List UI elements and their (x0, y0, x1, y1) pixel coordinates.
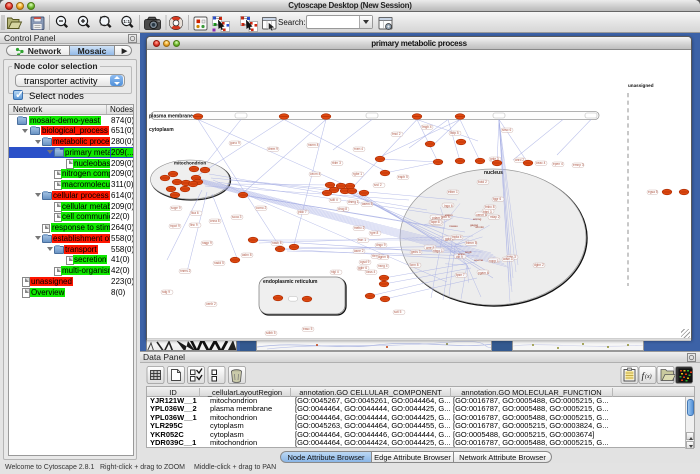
svg-text:rgre 8: rgre 8 (370, 231, 379, 235)
svg-text:drem 9: drem 9 (268, 147, 278, 151)
svg-text:ceac 4: ceac 4 (536, 161, 546, 165)
svg-text:nucleus: nucleus (484, 170, 503, 176)
svg-text:nsmn 4: nsmn 4 (308, 143, 319, 147)
svg-text:ooeme: ooeme (474, 258, 484, 262)
svg-text:lmgb 4: lmgb 4 (422, 125, 432, 129)
svg-text:mebc 2: mebc 2 (354, 226, 365, 230)
svg-text:nsng 4: nsng 4 (378, 264, 388, 268)
svg-text:nasb 8: nasb 8 (272, 241, 282, 245)
svg-text:ccmo 2: ccmo 2 (256, 206, 267, 210)
svg-text:ptdc 7: ptdc 7 (298, 210, 307, 214)
svg-text:tpsn 7: tpsn 7 (456, 273, 465, 277)
svg-text:nbgo 1: nbgo 1 (433, 249, 443, 253)
svg-text:ermsg: ermsg (473, 217, 482, 221)
svg-text:asbn 8: asbn 8 (242, 253, 252, 257)
svg-text:nnms 2: nnms 2 (180, 269, 191, 273)
svg-text:etbm 1: etbm 1 (448, 190, 458, 194)
svg-text:rblm 3: rblm 3 (332, 161, 341, 165)
svg-text:pgam 6: pgam 6 (478, 271, 489, 275)
svg-text:asem 5: asem 5 (362, 202, 373, 206)
svg-text:cecm 4: cecm 4 (310, 172, 321, 176)
svg-text:geds 3: geds 3 (411, 250, 421, 254)
svg-text:lcpe 6: lcpe 6 (431, 220, 440, 224)
svg-text:ltca 6: ltca 6 (191, 211, 199, 215)
svg-text:lcnn 8: lcnn 8 (410, 263, 419, 267)
svg-text:nmntm: nmntm (475, 225, 485, 229)
svg-text:drog 8: drog 8 (338, 207, 347, 211)
svg-text:rgbe 1: rgbe 1 (353, 172, 362, 176)
svg-text:botd 2: botd 2 (478, 180, 487, 184)
svg-text:gono 9: gono 9 (230, 141, 240, 145)
svg-text:btmm 8: btmm 8 (466, 241, 477, 245)
svg-text:bbnl 3: bbnl 3 (483, 210, 492, 214)
svg-text:nadd 5: nadd 5 (214, 261, 224, 265)
svg-text:cgsd 9: cgsd 9 (360, 260, 370, 264)
svg-text:nagp 9: nagp 9 (202, 241, 212, 245)
svg-text:rnen 4: rnen 4 (354, 147, 363, 151)
svg-text:unassigned: unassigned (628, 83, 654, 88)
svg-text:dngc 9: dngc 9 (376, 243, 386, 247)
svg-text:ralg 9: ralg 9 (162, 290, 170, 294)
svg-text:cnna 8: cnna 8 (210, 219, 220, 223)
svg-text:ltnc 9: ltnc 9 (190, 223, 198, 227)
svg-text:tmcl 2: tmcl 2 (392, 132, 401, 136)
svg-text:mitochondrion: mitochondrion (174, 161, 206, 166)
svg-text:lngo 6: lngo 6 (444, 204, 453, 208)
svg-text:mpla 4: mpla 4 (452, 235, 462, 239)
svg-text:sctl 5: sctl 5 (394, 310, 402, 314)
svg-text:nlgl 4: nlgl 4 (331, 270, 339, 274)
svg-text:mpot 9: mpot 9 (170, 224, 180, 228)
svg-text:easc 5: easc 5 (303, 327, 313, 331)
svg-text:ggbr 6: ggbr 6 (358, 266, 367, 270)
svg-text:srcl 2: srcl 2 (374, 183, 382, 187)
svg-text:adse 3: adse 3 (503, 257, 513, 261)
svg-text:anrd 2: anrd 2 (515, 158, 524, 162)
svg-text:msaso: msaso (449, 224, 458, 228)
svg-text:dgbn 2: dgbn 2 (534, 263, 544, 267)
svg-text:nopp 1: nopp 1 (489, 259, 499, 263)
svg-text:trcn 1: trcn 1 (358, 238, 366, 242)
svg-text:(x): (x) (645, 373, 652, 380)
svg-text:eapb 5: eapb 5 (398, 175, 408, 179)
svg-text:scoa 3: scoa 3 (232, 215, 242, 219)
svg-text:endoplasmic reticulum: endoplasmic reticulum (263, 279, 318, 285)
svg-text:asne 2: asne 2 (354, 249, 364, 253)
svg-text:oenb 2: oenb 2 (206, 302, 216, 306)
svg-text:egsa 5: egsa 5 (648, 190, 658, 194)
svg-text:etgrm: etgrm (445, 213, 453, 217)
svg-text:sogtt: sogtt (465, 250, 472, 254)
svg-text:lbdp 5: lbdp 5 (450, 131, 459, 135)
svg-text:dnmg 1: dnmg 1 (348, 200, 359, 204)
svg-text:1:1: 1:1 (123, 19, 130, 24)
svg-text:tggr 6: tggr 6 (493, 197, 501, 201)
svg-text:soge 9: soge 9 (171, 206, 181, 210)
svg-text:sdtl 4: sdtl 4 (330, 198, 338, 202)
svg-text:mlap 2: mlap 2 (490, 215, 500, 219)
svg-text:sbsc 6: sbsc 6 (502, 128, 511, 132)
svg-text:plasma membrane: plasma membrane (149, 114, 193, 120)
svg-text:epen 4: epen 4 (553, 162, 563, 166)
svg-text:emnp 3: emnp 3 (573, 163, 584, 167)
svg-text:agnm 8: agnm 8 (378, 255, 389, 259)
svg-text:sdbb 5: sdbb 5 (266, 331, 276, 335)
svg-text:tmbc 8: tmbc 8 (485, 205, 495, 209)
svg-text:cytoplasm: cytoplasm (149, 127, 174, 133)
